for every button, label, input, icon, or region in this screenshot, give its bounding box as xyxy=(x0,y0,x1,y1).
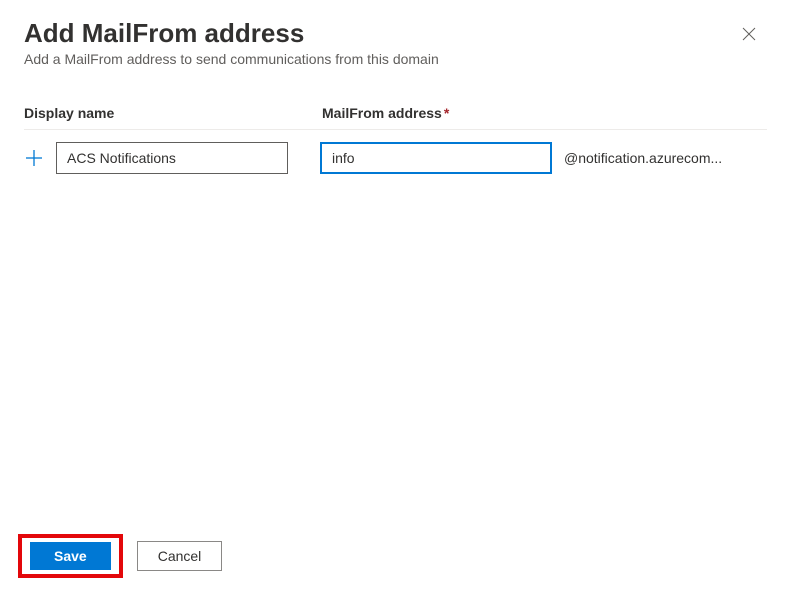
display-name-input[interactable] xyxy=(56,142,288,174)
inputs-row: @notification.azurecom... xyxy=(24,142,767,174)
dialog-footer: Save Cancel xyxy=(18,534,222,578)
dialog-title: Add MailFrom address xyxy=(24,18,767,49)
cancel-button[interactable]: Cancel xyxy=(137,541,223,571)
mailfrom-address-label: MailFrom address* xyxy=(322,105,449,121)
dialog-subtitle: Add a MailFrom address to send communica… xyxy=(24,51,767,67)
display-name-label: Display name xyxy=(24,105,322,121)
add-button[interactable] xyxy=(24,148,44,168)
form-area: Display name MailFrom address* @notifica… xyxy=(0,77,791,174)
save-highlight: Save xyxy=(18,534,123,578)
dialog-header: Add MailFrom address Add a MailFrom addr… xyxy=(0,0,791,77)
close-button[interactable] xyxy=(739,24,759,44)
close-icon xyxy=(741,26,757,42)
domain-suffix: @notification.azurecom... xyxy=(564,150,722,166)
required-indicator: * xyxy=(444,105,449,121)
divider xyxy=(24,129,767,130)
plus-icon xyxy=(25,149,43,167)
labels-row: Display name MailFrom address* xyxy=(24,105,767,121)
save-button[interactable]: Save xyxy=(30,542,111,570)
mailfrom-address-input[interactable] xyxy=(320,142,552,174)
